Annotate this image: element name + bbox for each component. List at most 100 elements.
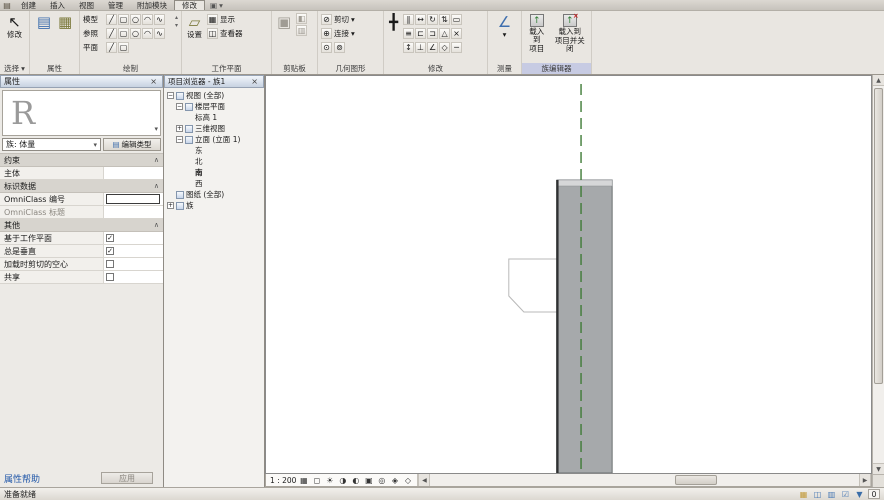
draw-arc-icon[interactable]: ◠ — [142, 14, 153, 25]
paint-icon[interactable]: ⊙ — [321, 42, 332, 53]
modify-tool-button[interactable]: ↖ 修改 — [5, 13, 24, 40]
host-value[interactable] — [103, 167, 163, 179]
tree-item-east[interactable]: 东 — [164, 145, 264, 156]
rotate-icon[interactable]: ↻ — [427, 14, 438, 25]
tree-item-families[interactable]: + 族 — [164, 200, 264, 211]
vscroll-thumb[interactable] — [874, 88, 883, 384]
draw-line-icon[interactable]: ╱ — [106, 14, 117, 25]
filter-icon[interactable]: ▼ — [854, 489, 865, 500]
draw-rect-icon[interactable]: ▢ — [118, 28, 129, 39]
tree-item-south[interactable]: 南 — [164, 167, 264, 178]
tab-insert[interactable]: 插入 — [43, 0, 72, 10]
align-icon[interactable]: ∥ — [403, 14, 414, 25]
vscroll-down-arrow[interactable]: ▼ — [873, 463, 884, 474]
section-constraints[interactable]: 约束 ∧ — [0, 154, 163, 167]
cut-to-clipboard-icon[interactable]: ◧ — [296, 13, 307, 24]
ribbon-state-toggle[interactable]: ▣ ▾ — [205, 0, 228, 10]
expander-icon[interactable]: − — [176, 136, 183, 143]
shadows-icon[interactable]: ◑ — [337, 475, 348, 486]
draw-line-icon[interactable]: ╱ — [106, 28, 117, 39]
tab-create[interactable]: 创建 — [14, 0, 43, 10]
apply-button[interactable]: 应用 — [101, 472, 153, 484]
match-icon[interactable]: ◇ — [439, 42, 450, 53]
properties-help-link[interactable]: 属性帮助 — [4, 472, 40, 485]
family-selector-dropdown[interactable]: 族: 体量 ▾ — [2, 138, 101, 151]
viewer-button[interactable]: ◫ 查看器 — [207, 27, 243, 40]
draw-line-icon[interactable]: ╱ — [106, 42, 117, 53]
section-identity-data[interactable]: 标识数据 ∧ — [0, 180, 163, 193]
properties-header[interactable]: 属性 × — [0, 75, 163, 88]
load-into-project-button[interactable]: ↑ 载入到 项目 — [525, 13, 549, 54]
expander-icon[interactable]: + — [167, 202, 174, 209]
cut-voids-checkbox[interactable] — [106, 260, 114, 268]
draw-circle-icon[interactable]: ○ — [130, 14, 141, 25]
always-vertical-checkbox[interactable]: ✓ — [106, 247, 114, 255]
set-work-plane-button[interactable]: ▱ 设置 — [185, 13, 204, 40]
move-button[interactable]: ╋ — [387, 13, 400, 31]
properties-close-button[interactable]: × — [148, 77, 159, 86]
expander-icon[interactable]: − — [176, 103, 183, 110]
vertical-scrollbar[interactable]: ▲ ▼ — [872, 75, 884, 474]
horizontal-scrollbar[interactable] — [430, 474, 859, 486]
scale-icon[interactable]: △ — [439, 28, 450, 39]
expander-icon[interactable]: + — [176, 125, 183, 132]
omniclass-title-value[interactable] — [103, 206, 163, 218]
detail-level-icon[interactable]: ▦ — [298, 475, 309, 486]
trim-icon[interactable]: ⊏ — [415, 28, 426, 39]
work-plane-based-checkbox[interactable]: ✓ — [106, 234, 114, 242]
scale-button[interactable]: 1 : 200 — [270, 476, 296, 485]
tree-item-west[interactable]: 西 — [164, 178, 264, 189]
tree-item-north[interactable]: 北 — [164, 156, 264, 167]
visual-style-icon[interactable]: ◻ — [311, 475, 322, 486]
edit-type-button[interactable]: ▤ 编辑类型 — [103, 138, 161, 151]
demolish-icon[interactable]: ⊚ — [334, 42, 345, 53]
mass-extrusion[interactable] — [557, 180, 612, 473]
pin-icon[interactable]: ⊥ — [415, 42, 426, 53]
tab-manage[interactable]: 管理 — [101, 0, 130, 10]
mirror-icon[interactable]: ⇅ — [439, 14, 450, 25]
hscroll-thumb[interactable] — [675, 475, 717, 485]
copy-icon[interactable]: ≡ — [403, 28, 414, 39]
vscroll-up-arrow[interactable]: ▲ — [873, 75, 884, 86]
omniclass-number-input[interactable] — [106, 194, 160, 204]
family-types-button[interactable]: ▦ — [56, 13, 74, 31]
draw-spline-icon[interactable]: ∿ — [154, 14, 165, 25]
array-icon[interactable]: ▭ — [451, 14, 462, 25]
hscroll-left-arrow[interactable]: ◀ — [418, 474, 430, 486]
shared-checkbox[interactable] — [106, 273, 114, 281]
worksharing-display-icon[interactable]: ▦ — [798, 489, 809, 500]
project-browser-header[interactable]: 项目浏览器 - 族1 × — [164, 75, 264, 88]
draw-arc-icon[interactable]: ◠ — [142, 28, 153, 39]
draw-pick-icon[interactable]: ▢ — [118, 42, 129, 53]
copy-to-clipboard-icon[interactable]: ▥ — [296, 25, 307, 36]
draw-spline-icon[interactable]: ∿ — [154, 28, 165, 39]
cut-geometry-button[interactable]: ⊘ 剪切 ▾ — [321, 13, 355, 26]
project-browser-close-button[interactable]: × — [249, 77, 260, 86]
split-icon[interactable]: ↕ — [403, 42, 414, 53]
tree-item-elevations[interactable]: − 立面 (立面 1) — [164, 134, 264, 145]
reveal-hidden-icon[interactable]: ◇ — [402, 475, 413, 486]
sketch-outline[interactable] — [509, 259, 557, 312]
paste-button[interactable]: ▣ — [275, 13, 293, 31]
design-options-icon[interactable]: ◫ — [812, 489, 823, 500]
extend-icon[interactable]: ⊐ — [427, 28, 438, 39]
unpin-icon[interactable]: ∠ — [427, 42, 438, 53]
draw-circle-icon[interactable]: ○ — [130, 28, 141, 39]
active-only-icon[interactable]: ▥ — [826, 489, 837, 500]
draw-rect-icon[interactable]: ▢ — [118, 14, 129, 25]
temporary-hide-icon[interactable]: ◈ — [389, 475, 400, 486]
draw-mode-plane[interactable]: 平面 — [83, 42, 105, 53]
crop-region-icon[interactable]: ◎ — [376, 475, 387, 486]
type-selector[interactable]: R ▾ — [2, 90, 161, 136]
press-drag-checkbox[interactable]: ☑ — [840, 489, 851, 500]
offset-icon[interactable]: ↔ — [415, 14, 426, 25]
tab-addins[interactable]: 附加模块 — [130, 0, 174, 10]
panel-label-select[interactable]: 选择 ▾ — [0, 63, 29, 74]
tab-view[interactable]: 视图 — [72, 0, 101, 10]
tree-item-floor-plans[interactable]: − 楼层平面 — [164, 101, 264, 112]
tree-item-3d-views[interactable]: + 三维视图 — [164, 123, 264, 134]
properties-button[interactable]: ▤ — [35, 13, 53, 31]
linework-icon[interactable]: ─ — [451, 42, 462, 53]
drawing-canvas[interactable] — [265, 75, 872, 474]
measure-button[interactable]: ∠ ▾ — [496, 13, 513, 40]
